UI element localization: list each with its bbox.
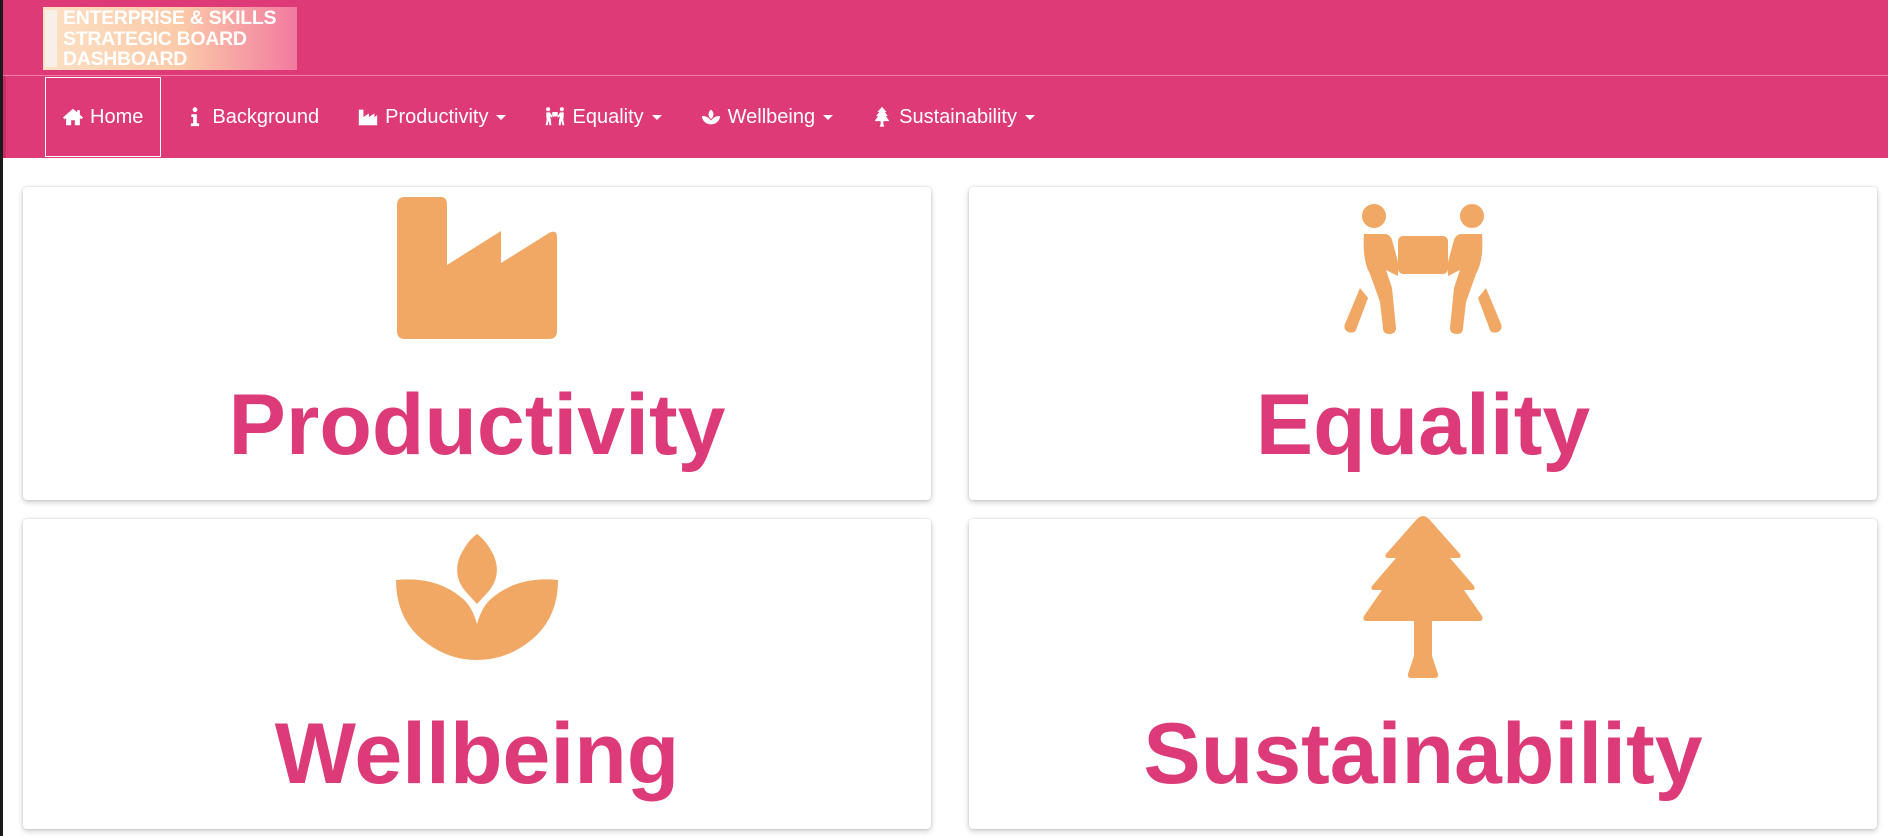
nav-label-wellbeing: Wellbeing	[727, 105, 816, 128]
nav-item-sustainability[interactable]: Sustainability	[852, 76, 1054, 158]
card-productivity[interactable]: Productivity	[23, 187, 931, 500]
card-wellbeing[interactable]: Wellbeing	[23, 519, 931, 829]
spa-icon	[396, 534, 558, 660]
tree-icon	[871, 106, 893, 128]
logo-text: ENTERPRISE & SKILLS STRATEGIC BOARD DASH…	[63, 8, 276, 70]
chevron-down-icon	[1024, 114, 1035, 120]
people-carry-icon	[544, 106, 566, 128]
info-icon	[184, 106, 206, 128]
nav-item-equality[interactable]: Equality	[525, 76, 680, 158]
chevron-down-icon	[651, 114, 662, 120]
nav-item-wellbeing[interactable]: Wellbeing	[681, 76, 852, 158]
tree-icon	[1362, 516, 1484, 678]
chevron-down-icon	[823, 114, 834, 120]
card-title-equality: Equality	[1255, 377, 1591, 473]
card-equality[interactable]: Equality	[969, 187, 1877, 500]
nav-label-sustainability: Sustainability	[899, 105, 1017, 128]
people-carry-icon	[1342, 204, 1504, 334]
nav-label-productivity: Productivity	[385, 105, 489, 128]
nav-label-equality: Equality	[572, 105, 644, 128]
logo-line-1: ENTERPRISE & SKILLS	[63, 7, 277, 29]
logo-accent-bar	[45, 10, 57, 67]
industry-icon	[357, 106, 379, 128]
logo-line-2: STRATEGIC BOARD	[63, 27, 247, 50]
logo-line-3: DASHBOARD	[63, 48, 188, 70]
card-sustainability[interactable]: Sustainability	[969, 516, 1877, 829]
nav-label-home: Home	[90, 105, 144, 128]
main-navbar: Home Background Productivity Equality We…	[3, 76, 1888, 158]
industry-icon	[397, 197, 557, 339]
card-title-wellbeing: Wellbeing	[274, 706, 680, 802]
card-title-productivity: Productivity	[228, 377, 726, 473]
dashboard-logo[interactable]: ENTERPRISE & SKILLS STRATEGIC BOARD DASH…	[43, 7, 297, 70]
nav-item-background[interactable]: Background	[161, 76, 338, 158]
card-title-sustainability: Sustainability	[1143, 706, 1703, 802]
nav-item-home[interactable]: Home	[45, 77, 162, 157]
home-icon	[62, 106, 84, 128]
nav-menu: Home Background Productivity Equality We…	[45, 76, 1054, 158]
nav-item-productivity[interactable]: Productivity	[338, 76, 525, 158]
spa-icon	[700, 106, 722, 128]
chevron-down-icon	[496, 114, 507, 120]
top-header: ENTERPRISE & SKILLS STRATEGIC BOARD DASH…	[3, 0, 1888, 76]
nav-label-background: Background	[212, 105, 320, 128]
